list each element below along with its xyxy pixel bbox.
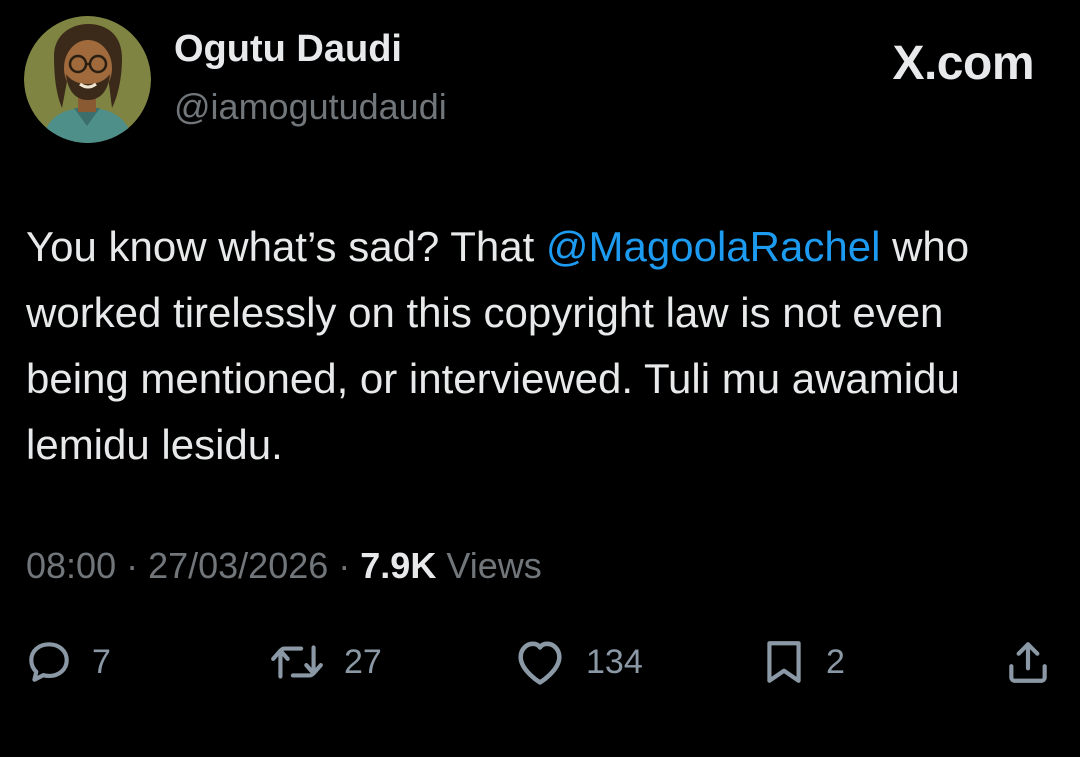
- views-count: 7.9K: [360, 545, 437, 586]
- like-button[interactable]: 134: [512, 630, 643, 694]
- share-button[interactable]: [1004, 630, 1052, 694]
- heart-icon: [518, 641, 562, 685]
- reply-icon: [29, 642, 69, 682]
- repost-icon: [271, 645, 323, 679]
- tweet-meta: 08:00 · 27/03/2026 · 7.9K Views: [26, 545, 542, 587]
- cartoon-portrait-avatar-icon: [24, 16, 151, 143]
- bookmark-icon: [767, 641, 801, 683]
- repost-count: 27: [344, 642, 382, 681]
- tweet-time[interactable]: 08:00: [26, 545, 116, 586]
- reply-button[interactable]: 7: [24, 630, 111, 694]
- meta-separator: ·: [116, 545, 149, 586]
- views-label: Views: [436, 545, 542, 586]
- like-count: 134: [586, 642, 643, 681]
- tweet-action-bar: 7 27 134 2: [0, 630, 1080, 694]
- bookmark-button[interactable]: 2: [760, 630, 845, 694]
- tweet-text-start: You know what’s sad? That: [26, 223, 546, 270]
- mention-link[interactable]: @MagoolaRachel: [546, 223, 880, 270]
- author-name[interactable]: Ogutu Daudi: [174, 28, 402, 71]
- author-handle[interactable]: @iamogutudaudi: [174, 86, 447, 128]
- share-icon: [1009, 642, 1047, 683]
- tweet-text: You know what’s sad? That @MagoolaRachel…: [26, 214, 1056, 478]
- tweet-date[interactable]: 27/03/2026: [148, 545, 328, 586]
- reply-count: 7: [92, 642, 111, 681]
- repost-button[interactable]: 27: [268, 630, 382, 694]
- tweet-card: Ogutu Daudi @iamogutudaudi X.com You kno…: [0, 0, 1080, 757]
- x-com-logo-text: X.com: [892, 37, 1034, 90]
- bookmark-count: 2: [826, 642, 845, 681]
- meta-separator-2: ·: [328, 545, 361, 586]
- author-avatar[interactable]: [24, 16, 151, 143]
